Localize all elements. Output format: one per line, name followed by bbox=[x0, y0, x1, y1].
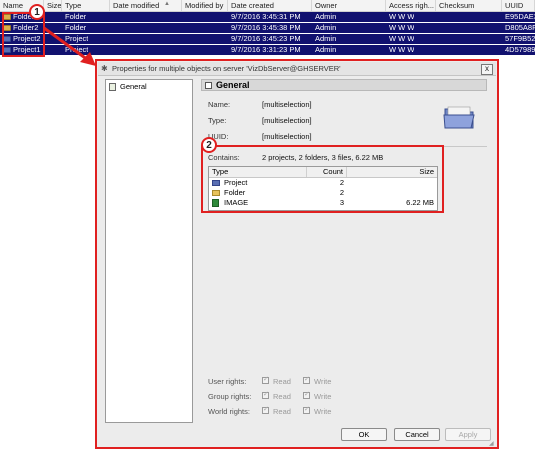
user-rights-label: User rights: bbox=[208, 377, 247, 386]
ok-button[interactable]: OK bbox=[341, 428, 387, 441]
category-tree: General bbox=[105, 79, 193, 423]
user-read-label: Read bbox=[273, 377, 291, 386]
general-title: General bbox=[216, 80, 250, 90]
apply-button[interactable]: Apply bbox=[445, 428, 491, 441]
user-write-label: Write bbox=[314, 377, 332, 386]
page-icon bbox=[109, 83, 116, 91]
close-button[interactable]: x bbox=[481, 64, 493, 75]
world-rights-label: World rights: bbox=[208, 407, 250, 416]
tree-item-general[interactable]: General bbox=[108, 82, 147, 92]
checkmark-icon: ✓ bbox=[304, 391, 310, 398]
world-write-label: Write bbox=[314, 407, 332, 416]
name-value: [multiselection] bbox=[262, 100, 312, 109]
dialog-title: Properties for multiple objects on serve… bbox=[112, 64, 341, 73]
group-write-checkbox[interactable]: ✓ bbox=[303, 391, 310, 399]
page-icon bbox=[205, 82, 212, 89]
cancel-button[interactable]: Cancel bbox=[394, 428, 440, 441]
tree-item-label: General bbox=[120, 82, 147, 91]
checkmark-icon: ✓ bbox=[304, 376, 310, 383]
general-section-header: General bbox=[201, 79, 487, 91]
checkmark-icon: ✓ bbox=[263, 406, 269, 413]
user-read-checkbox[interactable]: ✓ bbox=[262, 376, 269, 384]
callout-badge-2: 2 bbox=[201, 137, 217, 153]
checkmark-icon: ✓ bbox=[304, 406, 310, 413]
app-icon: ✱ bbox=[101, 64, 108, 73]
group-write-label: Write bbox=[314, 392, 332, 401]
name-label: Name: bbox=[208, 100, 231, 109]
group-read-checkbox[interactable]: ✓ bbox=[262, 391, 269, 399]
checkmark-icon: ✓ bbox=[263, 391, 269, 398]
resize-grip-icon[interactable]: ◢ bbox=[489, 441, 495, 447]
group-rights-label: Group rights: bbox=[208, 392, 252, 401]
type-value: [multiselection] bbox=[262, 116, 312, 125]
world-read-label: Read bbox=[273, 407, 291, 416]
world-read-checkbox[interactable]: ✓ bbox=[262, 406, 269, 414]
callout-badge-1: 1 bbox=[29, 4, 45, 20]
dialog-titlebar[interactable]: ✱ Properties for multiple objects on ser… bbox=[98, 62, 496, 76]
type-label: Type: bbox=[208, 116, 227, 125]
folder-icon bbox=[443, 106, 475, 129]
callout-contents-frame bbox=[201, 145, 444, 213]
group-read-label: Read bbox=[273, 392, 291, 401]
world-write-checkbox[interactable]: ✓ bbox=[303, 406, 310, 414]
uuid-value: [multiselection] bbox=[262, 132, 312, 141]
checkmark-icon: ✓ bbox=[263, 376, 269, 383]
user-write-checkbox[interactable]: ✓ bbox=[303, 376, 310, 384]
